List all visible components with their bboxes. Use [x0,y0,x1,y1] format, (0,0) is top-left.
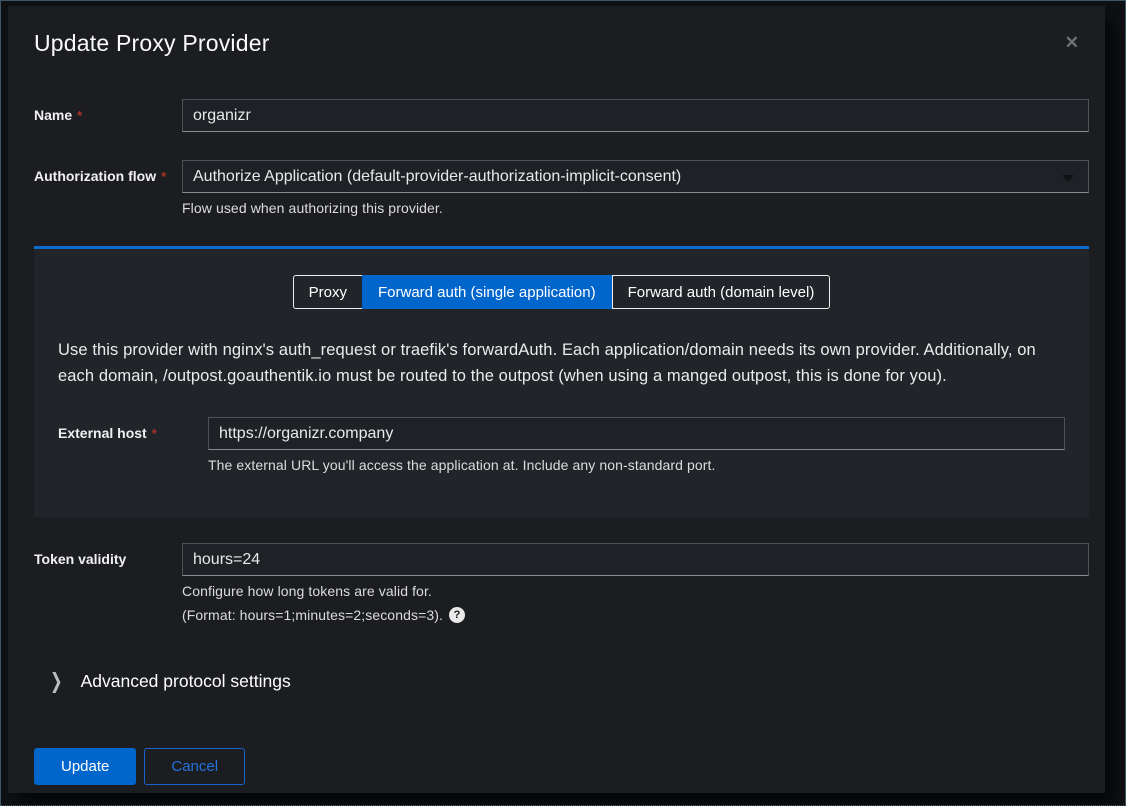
authorization-flow-selected-value: Authorize Application (default-provider-… [193,168,681,186]
token-validity-label: Token validity [34,543,182,623]
external-host-row: External host * The external URL you'll a… [58,417,1065,473]
mode-tab-forward-auth-domain[interactable]: Forward auth (domain level) [612,275,831,309]
authorization-flow-label: Authorization flow * [34,160,182,216]
close-icon[interactable]: ✕ [1059,30,1085,55]
name-input[interactable] [182,99,1089,132]
external-host-required-asterisk: * [152,426,157,441]
modal-title: Update Proxy Provider [34,30,270,57]
proxy-mode-tab-group: Proxy Forward auth (single application) … [58,275,1065,309]
name-row: Name * [34,99,1089,132]
update-proxy-provider-modal: Update Proxy Provider ✕ Name * Authorizat… [8,6,1105,793]
update-button[interactable]: Update [34,748,136,785]
name-required-asterisk: * [77,108,82,123]
cancel-button[interactable]: Cancel [144,748,245,785]
external-host-help: The external URL you'll access the appli… [208,457,1065,473]
authorization-flow-help: Flow used when authorizing this provider… [182,200,1089,216]
provider-mode-description: Use this provider with nginx's auth_requ… [58,337,1065,389]
advanced-settings-toggle[interactable]: ❯ Advanced protocol settings [34,671,291,692]
authorization-flow-required-asterisk: * [161,169,166,184]
mode-tab-forward-auth-single[interactable]: Forward auth (single application) [362,275,612,309]
name-field-label: Name * [34,99,182,132]
name-label-text: Name [34,107,72,123]
proxy-mode-card: Proxy Forward auth (single application) … [34,246,1089,517]
authorization-flow-label-text: Authorization flow [34,168,156,184]
authorization-flow-select[interactable]: Authorize Application (default-provider-… [182,160,1089,193]
token-validity-input[interactable] [182,543,1089,576]
mode-tab-proxy[interactable]: Proxy [293,275,362,309]
authorization-flow-row: Authorization flow * Authorize Applicatio… [34,160,1089,216]
external-host-label-text: External host [58,425,147,441]
external-host-input[interactable] [208,417,1065,450]
external-host-label: External host * [58,417,208,473]
token-validity-help-1: Configure how long tokens are valid for. [182,583,1089,599]
advanced-settings-label: Advanced protocol settings [81,671,291,692]
help-question-icon[interactable]: ? [449,607,465,623]
token-validity-label-text: Token validity [34,551,126,567]
chevron-right-icon: ❯ [50,671,63,692]
token-validity-help-2: (Format: hours=1;minutes=2;seconds=3). ? [182,607,1089,623]
token-validity-row: Token validity Configure how long tokens… [34,543,1089,623]
screenshot-frame: Update Proxy Provider ✕ Name * Authorizat… [0,0,1126,806]
modal-header: Update Proxy Provider ✕ [34,30,1089,57]
token-validity-format-text: (Format: hours=1;minutes=2;seconds=3). [182,607,443,623]
modal-footer: Update Cancel [34,748,1089,785]
provider-form: Name * Authorization flow * Authorize Appl… [34,99,1089,785]
chevron-down-icon [1062,175,1074,182]
